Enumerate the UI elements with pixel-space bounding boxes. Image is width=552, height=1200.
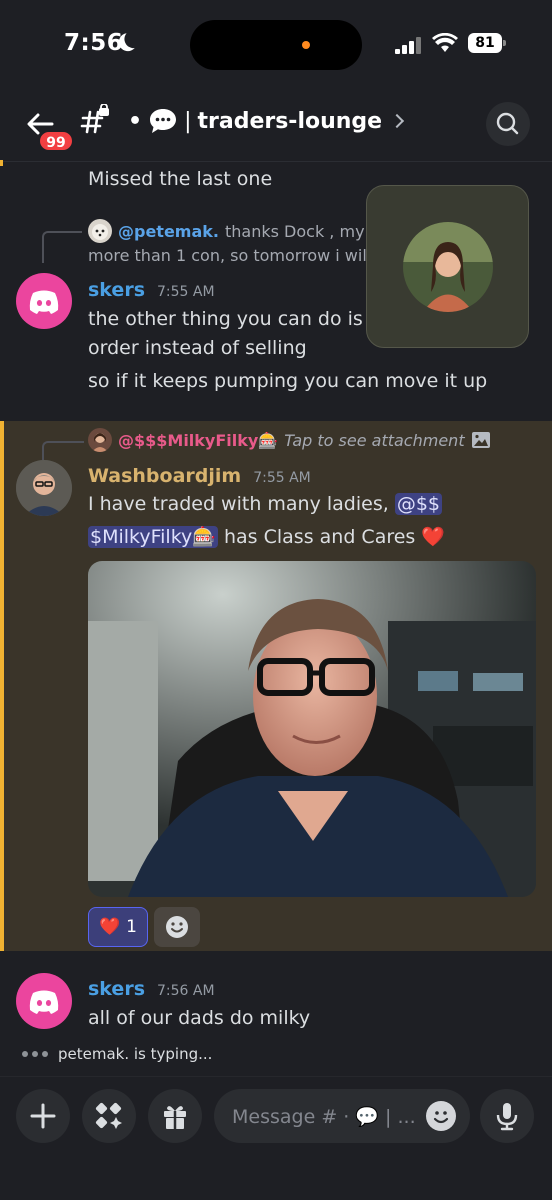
reply-mention: @petemak. (118, 221, 219, 241)
message-text: Missed the last one (88, 168, 273, 190)
message-text: $MilkyFilky🎰 has Class and Cares ❤️ (88, 525, 445, 548)
timestamp: 7:55 AM (157, 284, 215, 300)
status-time: 7:56 (64, 30, 124, 56)
cellular-signal-icon (395, 36, 427, 54)
message-header: Washboardjim 7:55 AM (88, 465, 311, 487)
focus-moon-icon (123, 29, 144, 50)
message-header: skers 7:55 AM (88, 279, 215, 301)
channel-title[interactable]: • | traders-lounge (128, 104, 405, 138)
user-mention[interactable]: $MilkyFilky🎰 (88, 526, 218, 548)
milkyfilky-avatar (88, 428, 112, 452)
typing-dots-icon (22, 1051, 48, 1057)
heart-reaction[interactable]: ❤️ 1 (88, 907, 148, 947)
message-input[interactable]: Message # · 💬 | ... (214, 1089, 470, 1143)
message-text-part: I have traded with many ladies, (88, 493, 389, 515)
user-mention[interactable]: @$$ (394, 493, 443, 515)
skers-avatar[interactable] (16, 273, 72, 329)
voice-message-button[interactable] (480, 1089, 534, 1143)
unread-badge: 99 (38, 130, 74, 152)
image-attachment[interactable] (88, 561, 536, 897)
reply-preview[interactable]: @petemak. thanks Dock , my (88, 219, 365, 243)
timestamp: 7:56 AM (157, 983, 215, 999)
composer-bar: Message # · 💬 | ... (0, 1076, 552, 1200)
message-text: so if it keeps pumping you can move it u… (88, 370, 488, 392)
floating-video-window[interactable] (366, 185, 529, 348)
reply-text-continued: more than 1 con, so tomorrow i wil (88, 246, 367, 265)
message-text: the other thing you can do is s (88, 308, 379, 330)
author-name[interactable]: skers (88, 978, 145, 1000)
search-button[interactable] (486, 102, 530, 146)
reaction-count: 1 (126, 917, 137, 937)
reply-mention: @$$$MilkyFilky🎰 (118, 430, 279, 450)
microphone-icon (496, 1103, 518, 1131)
status-bar: 7:56 81 (0, 0, 552, 90)
message-placeholder: Message # · 💬 | ... (232, 1105, 416, 1128)
locked-channel-hash-icon (80, 104, 109, 134)
wifi-icon (432, 33, 458, 52)
add-button[interactable] (16, 1089, 70, 1143)
channel-prefix: • (128, 108, 143, 134)
search-icon (496, 112, 519, 135)
channel-header: 99 • | traders-lounge (0, 90, 552, 162)
reply-preview[interactable]: @$$$MilkyFilky🎰 Tap to see attachment (88, 428, 491, 452)
recording-indicator-icon (302, 41, 310, 49)
discord-logo-icon (29, 290, 59, 314)
author-name[interactable]: Washboardjim (88, 465, 241, 487)
smiley-icon (433, 1111, 449, 1124)
channel-separator: | (184, 108, 192, 134)
message-header: skers 7:56 AM (88, 978, 215, 1000)
heart-emoji: ❤️ (99, 917, 121, 937)
reply-text: thanks Dock , my (225, 221, 365, 241)
apps-button[interactable] (82, 1089, 136, 1143)
skers-avatar[interactable] (16, 973, 72, 1029)
chevron-right-icon (390, 113, 405, 129)
add-reaction-button[interactable] (154, 907, 200, 947)
gift-button[interactable] (148, 1089, 202, 1143)
typing-indicator: petemak. is typing... (22, 1045, 212, 1063)
emoji-picker-button[interactable] (426, 1101, 456, 1131)
author-name[interactable]: skers (88, 279, 145, 301)
typing-text: petemak. is typing... (58, 1045, 213, 1063)
petemak-avatar (88, 219, 112, 243)
gift-icon (164, 1106, 186, 1129)
plus-icon (30, 1103, 56, 1129)
message-text: order instead of selling (88, 337, 307, 359)
battery-indicator: 81 (468, 33, 506, 53)
reply-connector (42, 231, 82, 263)
dynamic-island (190, 20, 362, 70)
message-text-part: has Class and Cares ❤️ (224, 526, 446, 548)
message-text: I have traded with many ladies, @$$ (88, 493, 443, 515)
message-text: all of our dads do milky (88, 1007, 311, 1029)
washboardjim-avatar[interactable] (16, 460, 72, 516)
speech-bubble-icon (150, 109, 177, 133)
discord-logo-icon (29, 990, 59, 1014)
apps-sparkle-icon (95, 1102, 122, 1129)
smiley-icon (166, 916, 188, 938)
attachment-hint: Tap to see attachment (284, 430, 465, 450)
channel-name: traders-lounge (197, 108, 383, 134)
image-icon (471, 432, 490, 448)
participant-avatar (403, 222, 493, 312)
timestamp: 7:55 AM (253, 470, 311, 486)
